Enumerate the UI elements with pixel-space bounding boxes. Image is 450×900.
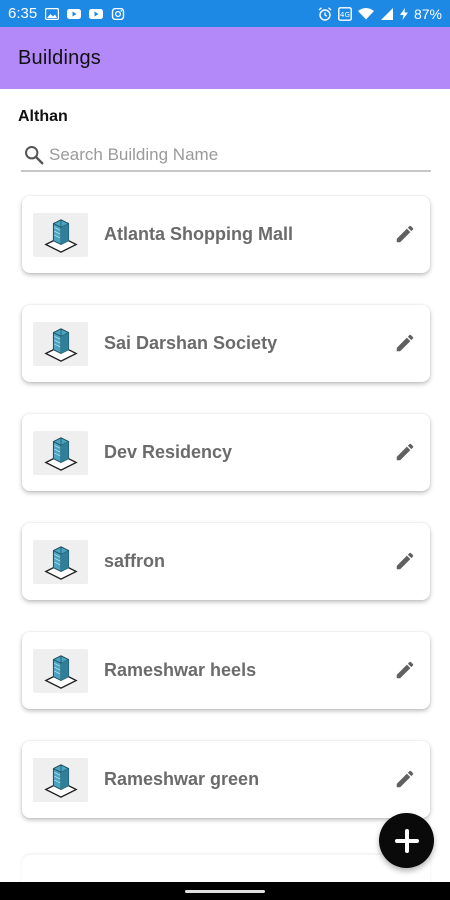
building-icon <box>43 218 78 253</box>
building-name: saffron <box>104 551 166 571</box>
edit-icon[interactable] <box>394 441 416 463</box>
edit-icon[interactable] <box>394 223 416 245</box>
building-card-rameshwar-heels[interactable]: Rameshwar heels <box>22 632 430 709</box>
building-icon <box>43 654 78 689</box>
building-card-saffron[interactable]: saffron <box>22 523 430 600</box>
image-notification-icon <box>45 7 60 20</box>
building-thumbnail <box>33 648 88 693</box>
building-thumbnail <box>33 539 88 584</box>
svg-text:4G: 4G <box>340 11 350 19</box>
building-thumbnail <box>33 212 88 257</box>
status-bar: 6:35 4G 87% <box>0 0 450 27</box>
edit-icon[interactable] <box>394 768 416 790</box>
building-card-atlanta-shopping-mall[interactable]: Atlanta Shopping Mall <box>22 196 430 273</box>
building-thumbnail <box>33 430 88 475</box>
building-name: Rameshwar heels <box>104 660 257 680</box>
edit-icon[interactable] <box>394 659 416 681</box>
building-icon <box>43 327 78 362</box>
edit-icon[interactable] <box>394 332 416 354</box>
instagram-notification-icon <box>112 7 125 20</box>
data-saver-icon: 4G <box>338 6 352 21</box>
youtube-notification-icon <box>67 8 82 19</box>
building-name: Sai Darshan Society <box>104 333 278 353</box>
building-icon <box>43 545 78 580</box>
screen: 6:35 4G 87% Buildings Althan Atl <box>0 0 450 900</box>
status-time: 6:35 <box>8 5 38 22</box>
signal-icon <box>380 7 393 20</box>
building-icon <box>43 763 78 798</box>
building-card-rameshwar-green[interactable]: Rameshwar green <box>22 741 430 818</box>
building-name: Rameshwar green <box>104 769 260 789</box>
status-left: 6:35 <box>8 5 125 22</box>
search-icon <box>25 146 44 165</box>
alarm-icon <box>318 6 332 21</box>
status-right: 4G 87% <box>318 6 442 22</box>
system-nav-bar <box>0 882 450 900</box>
charging-icon <box>399 7 408 20</box>
battery-percent: 87% <box>413 5 442 22</box>
building-thumbnail <box>33 321 88 366</box>
building-name: Dev Residency <box>104 442 233 462</box>
plus-icon <box>394 828 419 853</box>
building-card-partial[interactable] <box>22 855 430 885</box>
area-label: Althan <box>18 108 68 125</box>
search-input[interactable] <box>49 145 409 165</box>
search-bar[interactable] <box>21 140 431 172</box>
building-icon <box>43 436 78 471</box>
building-card-dev-residency[interactable]: Dev Residency <box>22 414 430 491</box>
building-name: Atlanta Shopping Mall <box>104 224 293 244</box>
add-building-button[interactable] <box>379 813 434 868</box>
building-card-sai-darshan-society[interactable]: Sai Darshan Society <box>22 305 430 382</box>
wifi-icon <box>357 7 374 19</box>
page-title: Buildings <box>18 46 101 69</box>
youtube-notification-icon-2 <box>89 8 104 19</box>
edit-icon[interactable] <box>394 550 416 572</box>
building-thumbnail <box>33 757 88 802</box>
app-bar: Buildings <box>0 27 450 89</box>
home-gesture-pill[interactable] <box>185 890 265 893</box>
